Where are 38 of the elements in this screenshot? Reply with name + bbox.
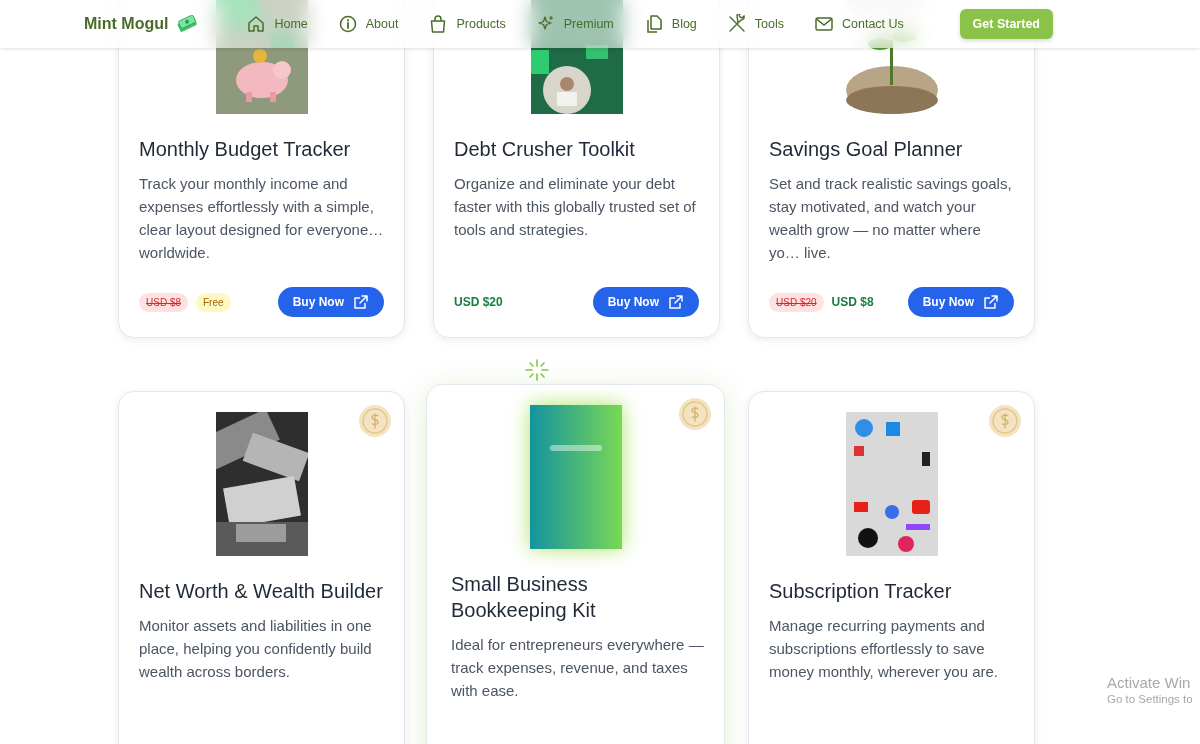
product-description: Monitor assets and liabilities in one place, helping you confidently build wealth across borders. bbox=[139, 616, 373, 682]
nav-link[interactable]: Tools bbox=[726, 14, 784, 34]
price: USD $20 bbox=[454, 295, 503, 309]
sparkle-icon bbox=[522, 357, 552, 383]
free-badge: Free bbox=[196, 292, 231, 312]
product-description: Track your monthly income and expenses effortlessly with a simple, clear layout designed for everyone… worldwide. bbox=[139, 174, 384, 263]
nav-link[interactable]: Contact Us bbox=[814, 14, 904, 34]
nav-link[interactable]: Home bbox=[246, 14, 308, 34]
mail-icon bbox=[814, 14, 834, 34]
product-title: Monthly Budget Tracker bbox=[139, 137, 352, 162]
old-price: USD $20 bbox=[769, 292, 824, 312]
price: USD $8 bbox=[831, 295, 874, 309]
external-link-icon bbox=[668, 294, 684, 310]
product-description: Organize and eliminate your debt faster with this globally trusted set of tools and strategies. bbox=[454, 174, 697, 240]
product-title: Subscription Tracker bbox=[769, 579, 953, 604]
nav-link[interactable]: Blog bbox=[643, 14, 697, 34]
coin-icon bbox=[678, 397, 712, 431]
buy-now-button[interactable]: Buy Now bbox=[277, 287, 384, 317]
product-title: Small Business Bookkeeping Kit bbox=[450, 572, 597, 623]
external-link-icon bbox=[983, 294, 999, 310]
nav-link[interactable]: Products bbox=[428, 14, 506, 34]
product-description: Ideal for entrepreneurs everywhere — track expenses, revenue, and taxes with ease. bbox=[450, 635, 704, 701]
external-link-icon bbox=[353, 294, 369, 310]
product-title: Net Worth & Wealth Builder bbox=[139, 579, 384, 604]
nav-link[interactable]: About bbox=[337, 14, 399, 34]
activation-notice-title: Activate Win bbox=[1107, 674, 1192, 691]
old-price: USD $8 bbox=[139, 292, 188, 312]
product-description: Set and track realistic savings goals, stay motivated, and watch your wealth grow — no matter where yo… live. bbox=[769, 174, 1013, 263]
activation-notice-text: Go to Settings to bbox=[1107, 693, 1193, 705]
buy-now-button[interactable]: Buy Now bbox=[907, 287, 1014, 317]
product-title: Savings Goal Planner bbox=[769, 137, 964, 162]
info-icon bbox=[337, 14, 358, 34]
coin-icon bbox=[988, 404, 1022, 438]
coin-icon bbox=[358, 404, 392, 438]
buy-now-button[interactable]: Buy Now bbox=[592, 287, 699, 317]
product-title: Debt Crusher Toolkit bbox=[454, 137, 636, 162]
product-description: Manage recurring payments and subscriptions effortlessly to save money monthly, wherever you are. bbox=[769, 616, 999, 682]
home-icon bbox=[246, 14, 267, 34]
